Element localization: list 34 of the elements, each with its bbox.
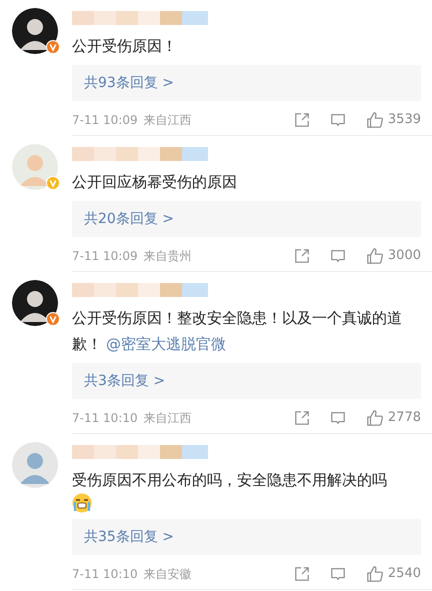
share-icon[interactable] [294,566,310,582]
comment-time: 7-11 10:09 [72,112,138,129]
comment-icon[interactable] [330,112,346,128]
replies-button[interactable]: 共35条回复 > [72,519,421,555]
thumbs-up-icon[interactable] [366,247,384,265]
share-icon[interactable] [294,248,310,264]
comment-location: 来自贵州 [144,248,192,265]
like-count: 3539 [388,111,421,130]
mention-link[interactable]: @密室大逃脱官微 [106,335,226,353]
like-count: 2778 [388,409,421,428]
comment-text: 公开受伤原因！整改安全隐患！以及一个真诚的道歉！ @密室大逃脱官微 [72,308,403,355]
comment-icon[interactable] [330,248,346,264]
share-icon[interactable] [294,410,310,426]
share-icon[interactable] [294,112,310,128]
comment-icon[interactable] [330,410,346,426]
like-count: 2540 [388,565,421,584]
comment-location: 来自江西 [144,410,192,427]
like-count: 3000 [388,247,421,266]
comment-location: 来自江西 [144,112,192,129]
crying-emoji-icon [72,493,92,513]
comment-time: 7-11 10:10 [72,410,138,427]
thumbs-up-icon[interactable] [366,409,384,427]
thumbs-up-icon[interactable] [366,565,384,583]
comment-time: 7-11 10:10 [72,566,138,583]
comment-location: 来自安徽 [144,566,192,583]
comment-text: 受伤原因不用公布的吗，安全隐患不用解决的吗 [72,470,387,491]
replies-button[interactable]: 共93条回复 > [72,65,421,101]
comment-time: 7-11 10:09 [72,248,138,265]
comment-icon[interactable] [330,566,346,582]
thumbs-up-icon[interactable] [366,111,384,129]
comment-text: 公开受伤原因！ [72,36,177,57]
replies-button[interactable]: 共20条回复 > [72,201,421,237]
comment-text: 公开回应杨幂受伤的原因 [72,172,237,193]
replies-button[interactable]: 共3条回复 > [72,363,421,399]
